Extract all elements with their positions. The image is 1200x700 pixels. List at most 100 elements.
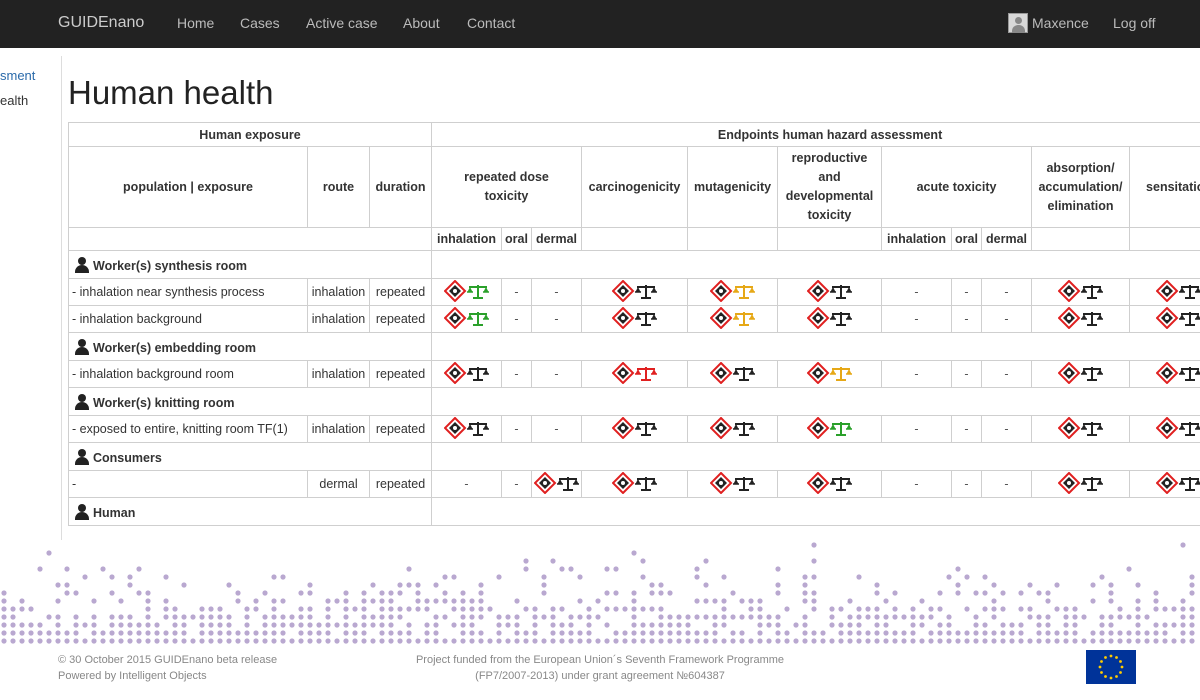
nav-contact[interactable]: Contact xyxy=(467,15,515,31)
hazard-assessment-icon[interactable] xyxy=(443,416,490,442)
cell-hazard xyxy=(581,415,689,443)
scale-icon xyxy=(634,284,657,299)
hazard-assessment-icon[interactable] xyxy=(1155,306,1200,332)
cell-hazard xyxy=(1129,305,1200,333)
hazard-diamond-icon xyxy=(806,306,829,329)
cell-hazard xyxy=(687,278,779,306)
hazard-assessment-icon[interactable] xyxy=(709,361,756,387)
hazard-assessment-icon[interactable] xyxy=(1057,279,1104,305)
cell-hazard xyxy=(431,415,503,443)
hazard-assessment-icon[interactable] xyxy=(443,306,490,332)
brand-logo[interactable]: GUIDEnano xyxy=(58,14,144,32)
hazard-assessment-icon[interactable] xyxy=(806,361,853,387)
hazard-diamond-icon xyxy=(1057,361,1080,384)
cell-duration: repeated xyxy=(368,278,433,306)
col-population: population | exposure xyxy=(68,146,308,228)
scale-icon xyxy=(1179,421,1200,436)
nav-about[interactable]: About xyxy=(403,15,440,31)
scale-icon xyxy=(732,421,755,436)
cell-hazard xyxy=(431,360,503,388)
col-repeated-dose-toxicity: repeated dose toxicity xyxy=(431,146,583,228)
cell-hazard xyxy=(1031,415,1131,443)
hazard-assessment-icon[interactable] xyxy=(611,416,658,442)
col-duration: duration xyxy=(368,146,433,228)
hazard-diamond-icon xyxy=(611,279,634,302)
sidebar-item-assessment[interactable]: sment xyxy=(0,68,35,83)
hazard-assessment-icon[interactable] xyxy=(1057,416,1104,442)
hazard-assessment-icon[interactable] xyxy=(1057,306,1104,332)
cell-population: - inhalation background room xyxy=(68,360,308,388)
cell-not-applicable: - xyxy=(531,278,583,306)
scale-icon xyxy=(1179,366,1200,381)
scale-icon xyxy=(829,366,852,381)
hazard-diamond-icon xyxy=(443,306,466,329)
scale-icon xyxy=(557,476,580,491)
hazard-assessment-icon[interactable] xyxy=(806,416,853,442)
hazard-diamond-icon xyxy=(806,279,829,302)
col-mutagenicity: mutagenicity xyxy=(687,146,779,228)
sidebar-item-human-health[interactable]: ealth xyxy=(0,93,28,108)
user-avatar-icon[interactable] xyxy=(1008,13,1028,33)
hazard-assessment-icon[interactable] xyxy=(611,306,658,332)
hazard-assessment-icon[interactable] xyxy=(1155,279,1200,305)
scale-icon xyxy=(732,476,755,491)
cell-hazard xyxy=(1129,470,1200,498)
hazard-assessment-icon[interactable] xyxy=(611,361,658,387)
nav-cases[interactable]: Cases xyxy=(240,15,280,31)
hazard-diamond-icon xyxy=(709,416,732,439)
scale-icon xyxy=(466,311,489,326)
hazard-assessment-icon[interactable] xyxy=(709,306,756,332)
hazard-assessment-icon[interactable] xyxy=(1057,361,1104,387)
hazard-diamond-icon xyxy=(533,471,557,494)
cell-not-applicable: - xyxy=(501,305,533,333)
hazard-assessment-icon[interactable] xyxy=(709,416,756,442)
hazard-assessment-icon[interactable] xyxy=(806,471,853,497)
scale-icon xyxy=(732,284,755,299)
cell-not-applicable: - xyxy=(501,415,533,443)
hazard-assessment-icon[interactable] xyxy=(611,279,658,305)
scale-icon xyxy=(732,366,755,381)
cell-hazard xyxy=(1031,278,1131,306)
top-navbar: GUIDEnano Home Cases Active case About C… xyxy=(0,0,1200,48)
hazard-assessment-icon[interactable] xyxy=(1155,361,1200,387)
cell-route: dermal xyxy=(307,470,370,498)
hazard-assessment-icon[interactable] xyxy=(443,279,490,305)
scale-icon xyxy=(829,421,852,436)
hazard-assessment-icon[interactable] xyxy=(806,279,853,305)
hazard-assessment-icon[interactable] xyxy=(806,306,853,332)
dot-pattern-decoration xyxy=(1,542,1195,644)
cell-hazard xyxy=(687,470,779,498)
cell-duration: repeated xyxy=(368,305,433,333)
header-human-exposure: Human exposure xyxy=(67,122,433,147)
human-health-table: Human exposure Endpoints human hazard as… xyxy=(67,122,1200,526)
cell-not-applicable: - xyxy=(881,278,953,306)
group-row: Consumers xyxy=(67,442,1200,471)
scale-icon xyxy=(466,421,489,436)
cell-not-applicable: - xyxy=(951,360,983,388)
cell-hazard xyxy=(777,470,883,498)
person-icon xyxy=(75,393,89,410)
cell-hazard xyxy=(777,415,883,443)
eu-flag-icon xyxy=(1086,650,1136,684)
group-row: Worker(s) knitting room xyxy=(67,387,1200,416)
hazard-assessment-icon[interactable] xyxy=(443,361,490,387)
nav-home[interactable]: Home xyxy=(177,15,214,31)
hazard-assessment-icon[interactable] xyxy=(1155,416,1200,442)
nav-user[interactable]: Maxence xyxy=(1032,15,1089,31)
hazard-assessment-icon[interactable] xyxy=(533,471,580,497)
person-icon xyxy=(75,256,89,273)
hazard-assessment-icon[interactable] xyxy=(709,471,756,497)
cell-duration: repeated xyxy=(368,415,433,443)
hazard-assessment-icon[interactable] xyxy=(1155,471,1200,497)
cell-hazard xyxy=(687,415,779,443)
hazard-assessment-icon[interactable] xyxy=(611,471,658,497)
table-row: - inhalation background room inhalation re… xyxy=(68,360,1200,388)
nav-active-case[interactable]: Active case xyxy=(306,15,378,31)
hazard-assessment-icon[interactable] xyxy=(709,279,756,305)
col-reproductive-toxicity: reproductive and developmental toxicity xyxy=(777,146,883,228)
cell-duration: repeated xyxy=(368,360,433,388)
hazard-assessment-icon[interactable] xyxy=(1057,471,1104,497)
hazard-diamond-icon xyxy=(709,306,732,329)
cell-not-applicable: - xyxy=(531,305,583,333)
nav-logoff[interactable]: Log off xyxy=(1113,15,1156,31)
